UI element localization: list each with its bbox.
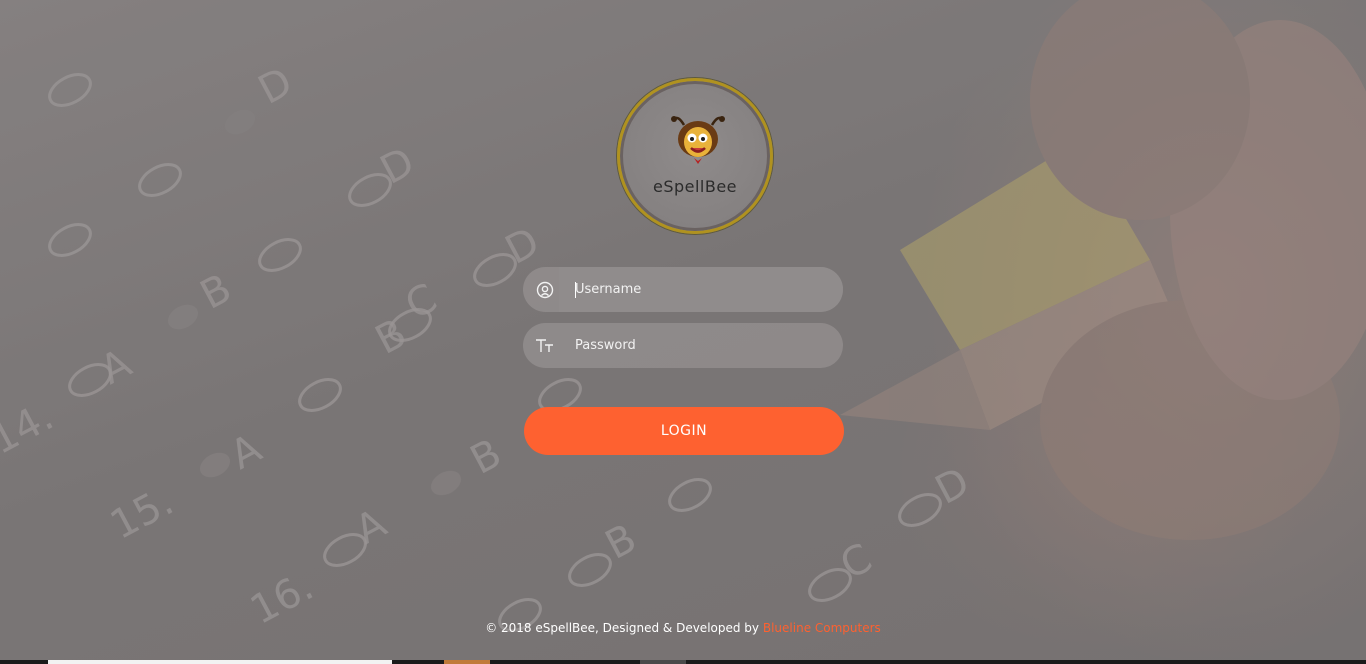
taskbar-segment — [48, 660, 392, 664]
text-caret — [575, 282, 576, 298]
logo-text: eSpellBee — [652, 177, 738, 196]
taskbar-segment — [640, 660, 686, 664]
password-field[interactable] — [523, 323, 843, 368]
text-size-icon — [523, 323, 559, 368]
login-button[interactable]: LOGIN — [524, 407, 844, 455]
espellbee-logo: eSpellBee — [617, 78, 773, 234]
company-link[interactable]: Blueline Computers — [763, 621, 881, 635]
taskbar-strip — [0, 660, 1366, 664]
user-circle-icon — [523, 267, 559, 312]
footer-copyright: © 2018 eSpellBee, Designed & Developed b… — [485, 621, 760, 635]
bee-mascot-icon — [671, 116, 725, 164]
footer: © 2018 eSpellBee, Designed & Developed b… — [0, 621, 1366, 635]
username-field[interactable] — [523, 267, 843, 312]
taskbar-segment — [444, 660, 490, 664]
username-input[interactable] — [575, 267, 830, 312]
password-input[interactable] — [575, 323, 830, 368]
